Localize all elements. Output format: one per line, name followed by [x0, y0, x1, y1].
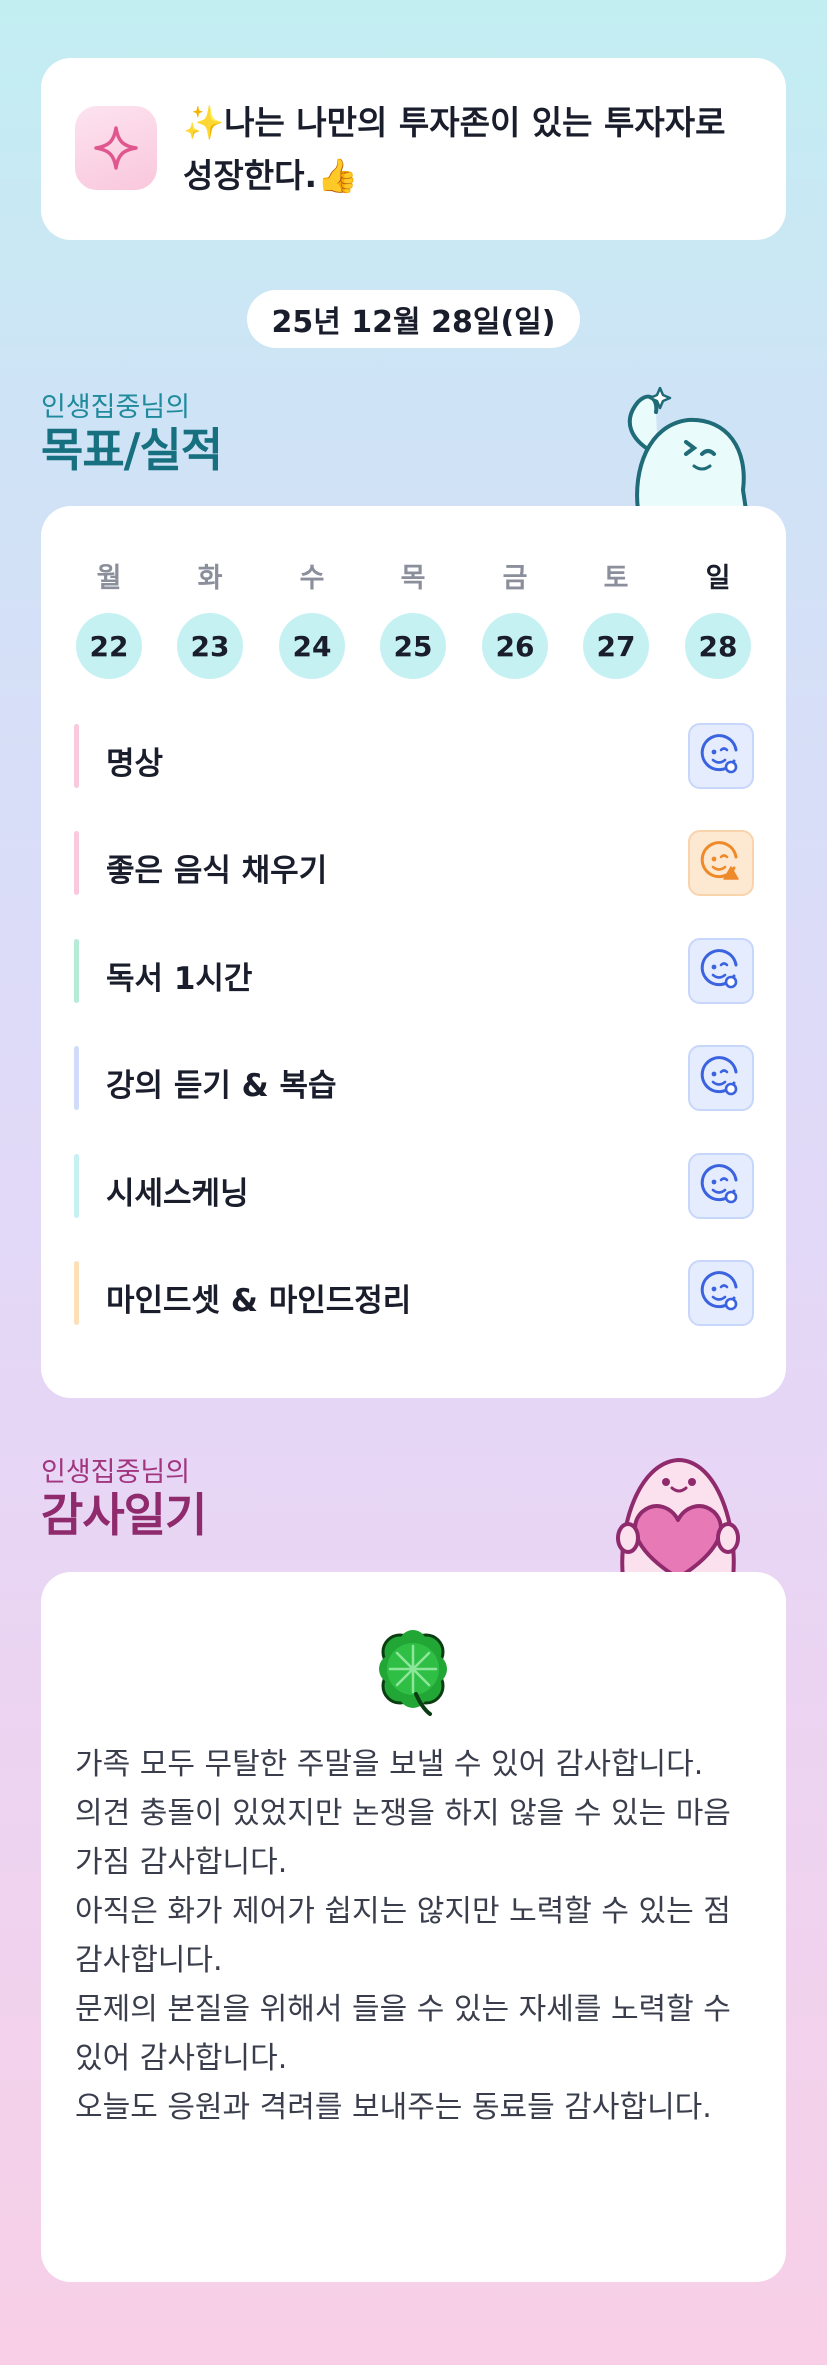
- goal-label: 마인드셋 & 마인드정리: [106, 1283, 412, 1319]
- sparkle-icon: [75, 106, 157, 190]
- goals-title: 목표/실적: [41, 423, 223, 477]
- motto-card: ✨나는 나만의 투자존이 있는 투자자로 성장한다.👍: [41, 58, 786, 240]
- heart-mascot: [616, 1457, 740, 1578]
- goals-card: 월 22 화 23 수 24 목 25 금 26 토 27 일 28 명상 좋은 음식 채우기 독서 1시…: [41, 506, 786, 1398]
- gratitude-line: 오늘도 응원과 격려를 보내주는 동료들 감사합니다.: [75, 2090, 712, 2125]
- goal-label: 독서 1시간: [106, 961, 253, 997]
- goal-label: 강의 듣기 & 복습: [106, 1068, 337, 1104]
- date-button[interactable]: 26: [482, 613, 548, 679]
- motto-text: ✨나는 나만의 투자존이 있는 투자자로 성장한다.👍: [183, 103, 726, 195]
- gratitude-line: 가족 모두 무탈한 주말을 보낼 수 있어 감사합니다.: [75, 1747, 704, 1782]
- goal-color-bar: [74, 724, 79, 788]
- goal-row[interactable]: 강의 듣기 & 복습: [74, 1043, 754, 1113]
- smile-ok-icon[interactable]: [688, 938, 754, 1004]
- goal-row[interactable]: 독서 1시간: [74, 936, 754, 1006]
- goal-row[interactable]: 마인드셋 & 마인드정리: [74, 1258, 754, 1328]
- gratitude-title: 감사일기: [41, 1488, 207, 1542]
- smile-warning-icon[interactable]: [688, 830, 754, 896]
- four-leaf-clover-icon: [379, 1630, 447, 1716]
- gratitude-card: 가족 모두 무탈한 주말을 보낼 수 있어 감사합니다. 의견 충돌이 있었지만 …: [41, 1572, 786, 2282]
- goal-color-bar: [74, 1154, 79, 1218]
- goal-color-bar: [74, 831, 79, 895]
- date-button[interactable]: 28: [685, 613, 751, 679]
- date-label: 25년 12월 28일(일): [247, 290, 580, 348]
- weekday-label: 일: [705, 563, 731, 594]
- date-button[interactable]: 25: [380, 613, 446, 679]
- smile-ok-icon[interactable]: [688, 723, 754, 789]
- weekday-label: 월: [96, 563, 122, 594]
- smile-ok-icon[interactable]: [688, 1260, 754, 1326]
- goal-label: 시세스케닝: [106, 1176, 249, 1212]
- goal-row[interactable]: 명상: [74, 721, 754, 791]
- smile-ok-icon[interactable]: [688, 1153, 754, 1219]
- weekday-label: 화: [197, 563, 223, 594]
- date-button[interactable]: 22: [76, 613, 142, 679]
- weekday-label: 토: [603, 563, 629, 594]
- goal-label: 명상: [106, 746, 164, 782]
- waving-mascot: [627, 386, 749, 510]
- goal-row[interactable]: 시세스케닝: [74, 1151, 754, 1221]
- date-button[interactable]: 24: [279, 613, 345, 679]
- goal-color-bar: [74, 1261, 79, 1325]
- goal-color-bar: [74, 939, 79, 1003]
- weekday-label: 목: [400, 563, 426, 594]
- date-button[interactable]: 27: [583, 613, 649, 679]
- gratitude-line: 의견 충돌이 있었지만 논쟁을 하지 않을 수 있는 마음 가짐 감사합니다.: [75, 1796, 731, 1880]
- goal-row[interactable]: 좋은 음식 채우기: [74, 828, 754, 898]
- weekday-label: 금: [502, 563, 528, 594]
- gratitude-line: 아직은 화가 제어가 쉽지는 않지만 노력할 수 있는 점 감사합니다.: [75, 1894, 731, 1978]
- goal-color-bar: [74, 1046, 79, 1110]
- date-button[interactable]: 23: [177, 613, 243, 679]
- weekday-label: 수: [299, 563, 325, 594]
- gratitude-entry: 가족 모두 무탈한 주말을 보낼 수 있어 감사합니다. 의견 충돌이 있었지만 …: [75, 1740, 765, 2132]
- goal-label: 좋은 음식 채우기: [106, 853, 328, 889]
- gratitude-line: 문제의 본질을 위해서 들을 수 있는 자세를 노력할 수 있어 감사합니다.: [75, 1992, 731, 2076]
- smile-ok-icon[interactable]: [688, 1045, 754, 1111]
